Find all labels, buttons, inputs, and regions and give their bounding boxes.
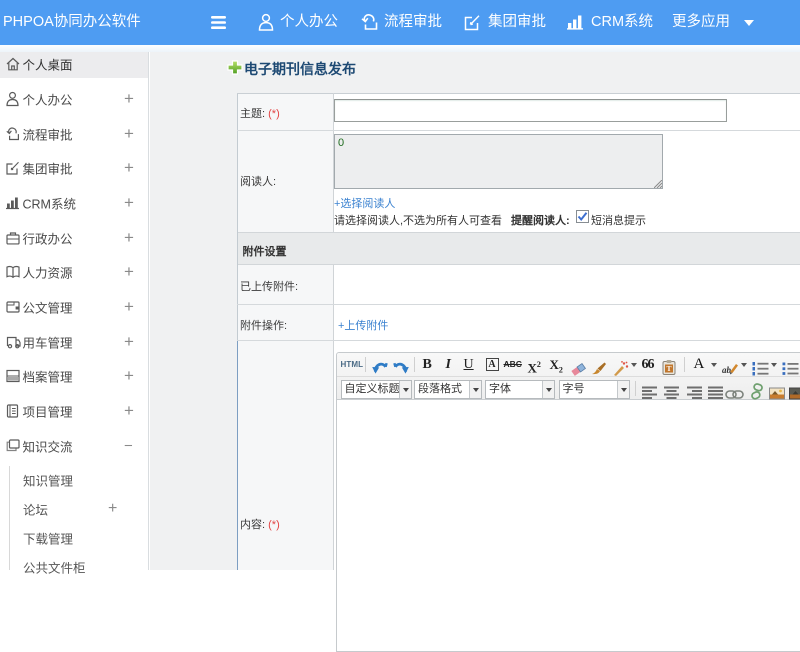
svg-text:T: T	[666, 364, 671, 373]
